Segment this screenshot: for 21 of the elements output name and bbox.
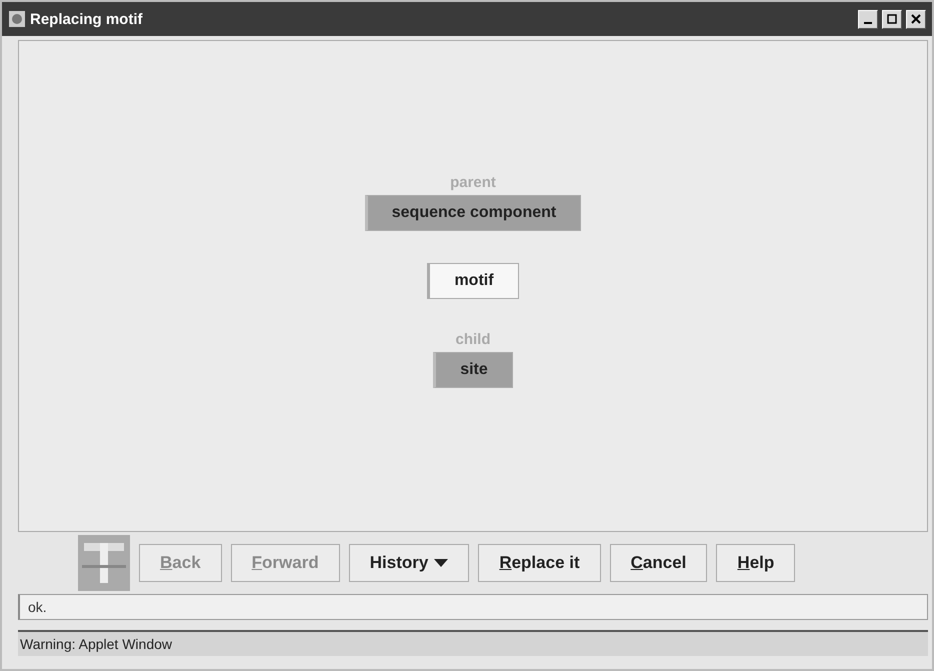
diagram-node[interactable]: site (433, 352, 513, 388)
maximize-button[interactable] (882, 10, 902, 28)
diagram-node[interactable]: motif (427, 263, 519, 299)
close-button[interactable] (906, 10, 926, 28)
status-field: ok. (18, 594, 928, 620)
dialog-button[interactable]: Cancel (610, 544, 708, 582)
window-title: Replacing motif (30, 10, 144, 28)
minimize-icon (864, 22, 872, 24)
close-icon (911, 14, 921, 24)
logo-icon (78, 535, 130, 591)
node-caption: parent (450, 174, 496, 191)
diagram-node[interactable]: sequence component (364, 195, 582, 231)
dialog-button[interactable]: Help (716, 544, 796, 582)
node-caption: child (455, 331, 490, 348)
caret-icon (434, 559, 448, 567)
warning-bar: Warning: Applet Window (18, 630, 928, 656)
maximize-icon (887, 14, 897, 24)
minimize-button[interactable] (858, 10, 878, 28)
dialog-button[interactable]: History (348, 544, 470, 582)
dialog-button[interactable]: Replace it (478, 544, 601, 582)
app-icon (8, 10, 26, 28)
